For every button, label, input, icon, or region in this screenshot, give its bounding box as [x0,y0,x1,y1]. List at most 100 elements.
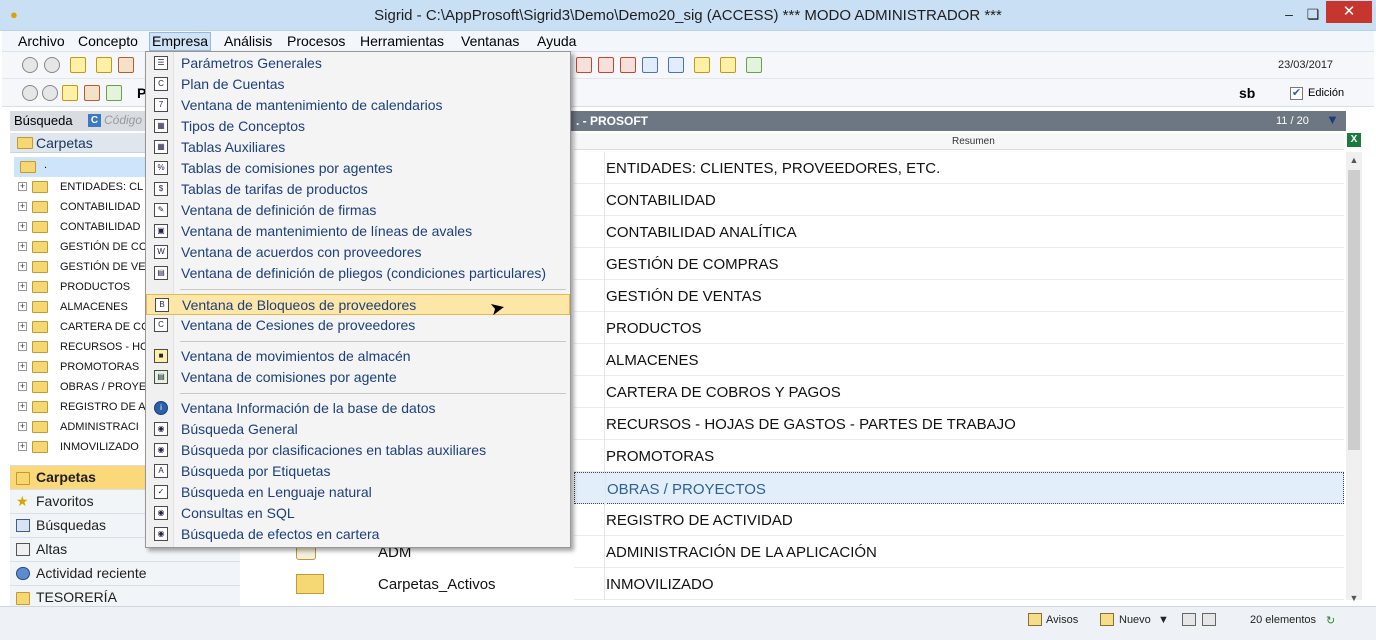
note-icon[interactable] [720,57,736,73]
menu-item-busqueda-efectos[interactable]: ◉ Búsqueda de efectos en cartera [146,524,570,545]
folder-icon [32,401,48,413]
menu-item-cesiones-proveedores[interactable]: C Ventana de Cesiones de proveedores [146,315,570,336]
menu-item-tablas-auxiliares[interactable]: ▦ Tablas Auxiliares [146,137,570,158]
search-binoculars-icon[interactable] [668,57,684,73]
expand-icon[interactable]: + [18,222,27,231]
menu-item-lineas-avales[interactable]: ▣ Ventana de mantenimiento de líneas de a… [146,221,570,242]
avisos-button[interactable]: Avisos [1046,614,1078,626]
minimize-button[interactable]: – [1276,4,1302,24]
note-icon[interactable] [694,57,710,73]
table-row[interactable]: RECURSOS - HOJAS DE GASTOS - PARTES DE T… [574,408,1344,440]
menu-item-definicion-pliegos[interactable]: ▤ Ventana de definición de pliegos (condi… [146,263,570,284]
table-row[interactable]: CARTERA DE COBROS Y PAGOS [574,376,1344,408]
menu-item-parametros-generales[interactable]: ☰ Parámetros Generales [146,53,570,74]
document-icon[interactable] [642,57,658,73]
menu-item-definicion-firmas[interactable]: ✎ Ventana de definición de firmas [146,200,570,221]
folder-up-icon[interactable] [62,85,78,101]
nuevo-button[interactable]: Nuevo [1119,614,1151,626]
menu-item-tarifas-productos[interactable]: $ Tablas de tarifas de productos [146,179,570,200]
excel-export-icon[interactable]: X [1347,133,1361,147]
refresh-icon[interactable] [106,85,122,101]
menu-archivo[interactable]: Archivo [16,32,67,51]
nuevo-dropdown-icon[interactable]: ▼ [1158,614,1169,626]
restore-button[interactable]: ❏ [1300,4,1326,24]
scroll-down-icon[interactable]: ▼ [1348,592,1360,604]
menu-item-informacion-bd[interactable]: i Ventana Información de la base de datos [146,398,570,419]
save-icon[interactable] [1182,613,1196,626]
back-circle-icon[interactable] [22,85,38,101]
menu-concepto[interactable]: Concepto [76,32,140,51]
table-row-selected[interactable]: OBRAS / PROYECTOS [574,472,1344,505]
folder-icon [32,441,48,453]
table-row[interactable]: GESTIÓN DE VENTAS [574,280,1344,312]
expand-icon[interactable]: + [18,442,27,451]
table-row[interactable]: ADMINISTRACIÓN DE LA APLICACIÓN [574,536,1344,568]
menu-item-bloqueos-proveedores[interactable]: B Ventana de Bloqueos de proveedores [146,294,570,315]
forward-circle-icon[interactable] [42,85,58,101]
table-row[interactable]: ALMACENES [574,344,1344,376]
expand-icon[interactable]: + [18,362,27,371]
menu-item-busqueda-general[interactable]: ◉ Búsqueda General [146,419,570,440]
table-row[interactable]: CONTABILIDAD ANALÍTICA [574,216,1344,248]
menu-item-plan-de-cuentas[interactable]: C Plan de Cuentas [146,74,570,95]
menu-empresa[interactable]: Empresa [149,32,212,51]
close-button[interactable]: ✕ [1326,1,1372,23]
expand-icon[interactable]: + [18,282,27,291]
expand-icon[interactable]: + [18,202,27,211]
table-row[interactable]: GESTIÓN DE COMPRAS [574,248,1344,280]
scroll-up-icon[interactable]: ▲ [1348,154,1360,166]
report-icon[interactable] [598,57,614,73]
edicion-checkbox[interactable]: ✔ [1290,87,1303,100]
export-icon[interactable] [746,57,762,73]
menu-item-tipos-conceptos[interactable]: ▦ Tipos de Conceptos [146,116,570,137]
menu-item-comisiones-agentes[interactable]: % Tablas de comisiones por agentes [146,158,570,179]
menu-item-consultas-sql[interactable]: ◉ Consultas en SQL [146,503,570,524]
expand-icon[interactable]: + [18,322,27,331]
back-arrow-icon[interactable] [22,57,38,73]
scroll-thumb[interactable] [1348,170,1360,450]
report-icon[interactable] [620,57,636,73]
search-input[interactable]: Código [104,113,148,129]
table-row[interactable]: PRODUCTOS [574,312,1344,344]
home-icon[interactable] [84,85,100,101]
grid-header [570,111,1346,131]
menu-item-acuerdos-proveedores[interactable]: W Ventana de acuerdos con proveedores [146,242,570,263]
forward-arrow-icon[interactable] [44,57,60,73]
nav-actividad-reciente[interactable]: Actividad reciente [10,561,240,585]
new-folder-icon[interactable] [96,57,112,73]
expand-icon[interactable]: + [18,402,27,411]
menu-item-comisiones-agente[interactable]: ▤ Ventana de comisiones por agente [146,367,570,388]
print-icon[interactable] [1202,613,1216,626]
menu-analisis[interactable]: Análisis [222,32,274,51]
menu-item-calendarios[interactable]: 7 Ventana de mantenimiento de calendarios [146,95,570,116]
folder-icon [32,321,48,333]
expand-icon[interactable]: + [18,382,27,391]
filter-icon[interactable]: ▼ [1326,113,1340,127]
expand-icon[interactable]: + [18,182,27,191]
expand-icon[interactable]: + [18,302,27,311]
menu-herramientas[interactable]: Herramientas [358,32,446,51]
refresh-icon[interactable]: ↻ [1326,614,1335,627]
expand-icon[interactable]: + [18,342,27,351]
menu-item-movimientos-almacen[interactable]: ■ Ventana de movimientos de almacén [146,346,570,367]
menu-item-busqueda-lenguaje-natural[interactable]: ✓ Búsqueda en Lenguaje natural [146,482,570,503]
expand-icon[interactable]: + [18,242,27,251]
home-icon[interactable] [118,57,134,73]
table-row[interactable]: ENTIDADES: CLIENTES, PROVEEDORES, ETC. [574,152,1344,184]
expand-icon[interactable]: + [18,262,27,271]
menu-ayuda[interactable]: Ayuda [535,32,578,51]
table-row[interactable]: INMOVILIZADO [574,568,1344,600]
table-row[interactable]: CONTABILIDAD [574,184,1344,216]
expand-icon[interactable]: + [18,422,27,431]
table-row[interactable]: Carpetas_Activos [242,568,574,600]
open-folder-icon[interactable] [70,57,86,73]
menu-item-busqueda-clasificaciones[interactable]: ◉ Búsqueda por clasificaciones en tablas … [146,440,570,461]
column-resumen[interactable]: Resumen [952,136,995,147]
menu-ventanas[interactable]: Ventanas [459,32,521,51]
table-row[interactable]: PROMOTORAS [574,440,1344,472]
menu-procesos[interactable]: Procesos [285,32,347,51]
report-icon[interactable] [576,57,592,73]
table-row[interactable]: REGISTRO DE ACTIVIDAD [574,504,1344,536]
percent-table-icon: % [154,161,168,175]
menu-item-busqueda-etiquetas[interactable]: A Búsqueda por Etiquetas [146,461,570,482]
